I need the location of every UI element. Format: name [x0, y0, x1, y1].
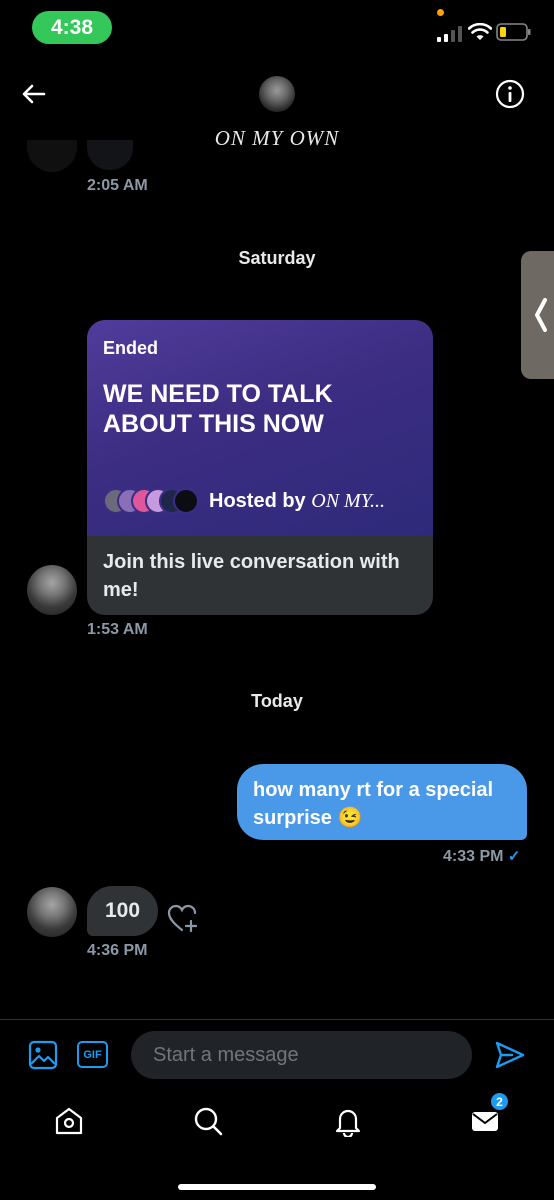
search-icon [194, 1107, 223, 1136]
back-button[interactable] [18, 78, 50, 110]
conversation-title[interactable]: ON MY OWN [0, 126, 554, 151]
tab-search[interactable] [188, 1101, 228, 1141]
earlier-message-avatar [27, 140, 77, 172]
sender-avatar[interactable] [27, 565, 77, 615]
arrow-left-icon [22, 84, 46, 104]
space-card[interactable]: Ended WE NEED TO TALK ABOUT THIS NOW Hos… [87, 320, 433, 615]
privacy-indicator [437, 9, 444, 16]
message-input[interactable] [131, 1031, 472, 1079]
tab-messages[interactable]: 2 [465, 1091, 510, 1141]
bell-icon [335, 1109, 361, 1137]
cellular-signal-icon [437, 26, 462, 42]
space-card-footer: Join this live conversation with me! [87, 536, 433, 615]
media-button[interactable] [28, 1040, 58, 1070]
outgoing-message-bubble[interactable]: how many rt for a special surprise 😉 [237, 764, 527, 840]
outgoing-message-meta: 4:33 PM ✓ [443, 847, 521, 866]
add-reaction-button[interactable] [167, 903, 201, 935]
space-status: Ended [103, 338, 159, 358]
space-host-text: Hosted by ON MY... [209, 490, 385, 513]
tab-notifications[interactable] [328, 1101, 368, 1141]
home-icon [55, 1107, 83, 1135]
header-avatar[interactable] [259, 76, 295, 112]
host-name: ON MY... [311, 489, 385, 512]
day-separator-today: Today [251, 691, 303, 711]
tab-home[interactable] [49, 1101, 89, 1141]
send-button[interactable] [494, 1039, 526, 1071]
info-button[interactable] [494, 78, 526, 110]
info-icon [495, 79, 525, 109]
home-indicator[interactable] [178, 1184, 376, 1190]
day-separator-saturday: Saturday [238, 248, 316, 268]
message-composer: GIF [0, 1019, 554, 1091]
host-avatars [103, 488, 199, 514]
incoming-message-timestamp: 4:36 PM [87, 942, 148, 959]
space-host-row: Hosted by ON MY... [103, 488, 385, 514]
gif-button[interactable]: GIF [77, 1041, 108, 1068]
incoming-message-bubble[interactable]: 100 [87, 886, 158, 936]
side-panel-handle[interactable] [521, 251, 554, 379]
conversation-header: ON MY OWN [0, 56, 554, 156]
host-avatar [173, 488, 199, 514]
read-check-icon: ✓ [507, 848, 521, 865]
image-icon [28, 1040, 58, 1070]
space-message-timestamp: 1:53 AM [87, 621, 148, 638]
messages-badge: 2 [489, 1091, 510, 1112]
status-bar: 4:38 [0, 0, 554, 56]
hosted-by-label: Hosted by [209, 489, 306, 512]
send-icon [495, 1041, 525, 1069]
earlier-message-bubble [87, 140, 133, 170]
space-title: WE NEED TO TALK ABOUT THIS NOW [103, 380, 333, 438]
earlier-message-timestamp: 2:05 AM [87, 177, 148, 194]
sender-avatar[interactable] [27, 887, 77, 937]
chevron-left-icon [535, 298, 547, 332]
outgoing-message-timestamp: 4:33 PM [443, 848, 504, 865]
battery-icon [496, 23, 531, 41]
heart-plus-icon [167, 904, 198, 933]
wifi-icon [468, 22, 492, 40]
status-time: 4:38 [32, 11, 112, 44]
space-card-header: Ended WE NEED TO TALK ABOUT THIS NOW Hos… [87, 320, 433, 536]
